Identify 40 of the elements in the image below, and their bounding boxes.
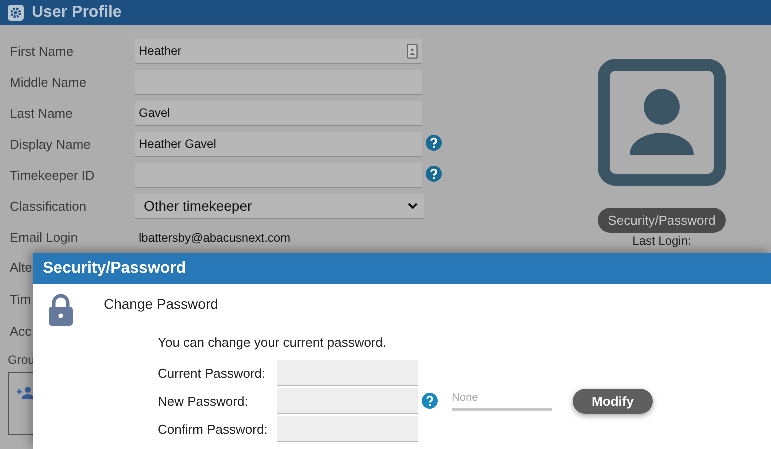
field-label: Alte (10, 260, 32, 275)
field-label: Display Name (10, 137, 92, 152)
password-field[interactable] (277, 360, 418, 386)
window-title: User Profile (32, 4, 122, 22)
field-label: First Name (10, 44, 75, 59)
field-label: Timekeeper ID (10, 168, 96, 183)
field-label: Confirm Password: (158, 422, 269, 436)
add-user-icon[interactable] (17, 387, 34, 399)
input-field[interactable]: Gavel (135, 101, 422, 126)
field-label: Email Login (10, 230, 79, 245)
input-field[interactable]: Heather (135, 39, 422, 64)
strength-label: None (452, 392, 480, 404)
field-label: Last Name (10, 106, 74, 121)
field-label: Middle Name (10, 75, 88, 90)
avatar-icon (598, 59, 726, 186)
lock-icon (48, 294, 74, 326)
field-value: lbattersby@abacusnext.com (138, 230, 292, 246)
security-password-button[interactable]: Security/Password (598, 208, 726, 233)
dialog-title: Security/Password (43, 260, 186, 278)
last-login-label: Last Login: (632, 234, 692, 248)
input-field[interactable] (135, 70, 422, 95)
contact-card-icon[interactable] (407, 44, 418, 58)
field-label: Acc (10, 324, 32, 339)
chevron-down-icon (408, 202, 418, 210)
password-field[interactable] (277, 388, 418, 414)
settings-icon (8, 4, 24, 20)
section-heading: Change Password (104, 296, 218, 312)
field-label: New Password: (158, 394, 250, 408)
help-icon[interactable] (426, 166, 442, 182)
password-field[interactable] (277, 416, 418, 442)
help-icon[interactable] (422, 393, 438, 409)
field-label: Classification (10, 199, 88, 214)
description-text: You can change your current password. (158, 335, 388, 350)
input-field[interactable]: Heather Gavel (135, 132, 422, 157)
field-label: Tim (10, 292, 32, 307)
input-field[interactable] (135, 163, 422, 188)
field-label: Current Password: (158, 366, 267, 380)
help-icon[interactable] (426, 135, 442, 151)
dropdown[interactable]: Other timekeeper (135, 194, 424, 219)
modify-button[interactable]: Modify (573, 388, 653, 414)
